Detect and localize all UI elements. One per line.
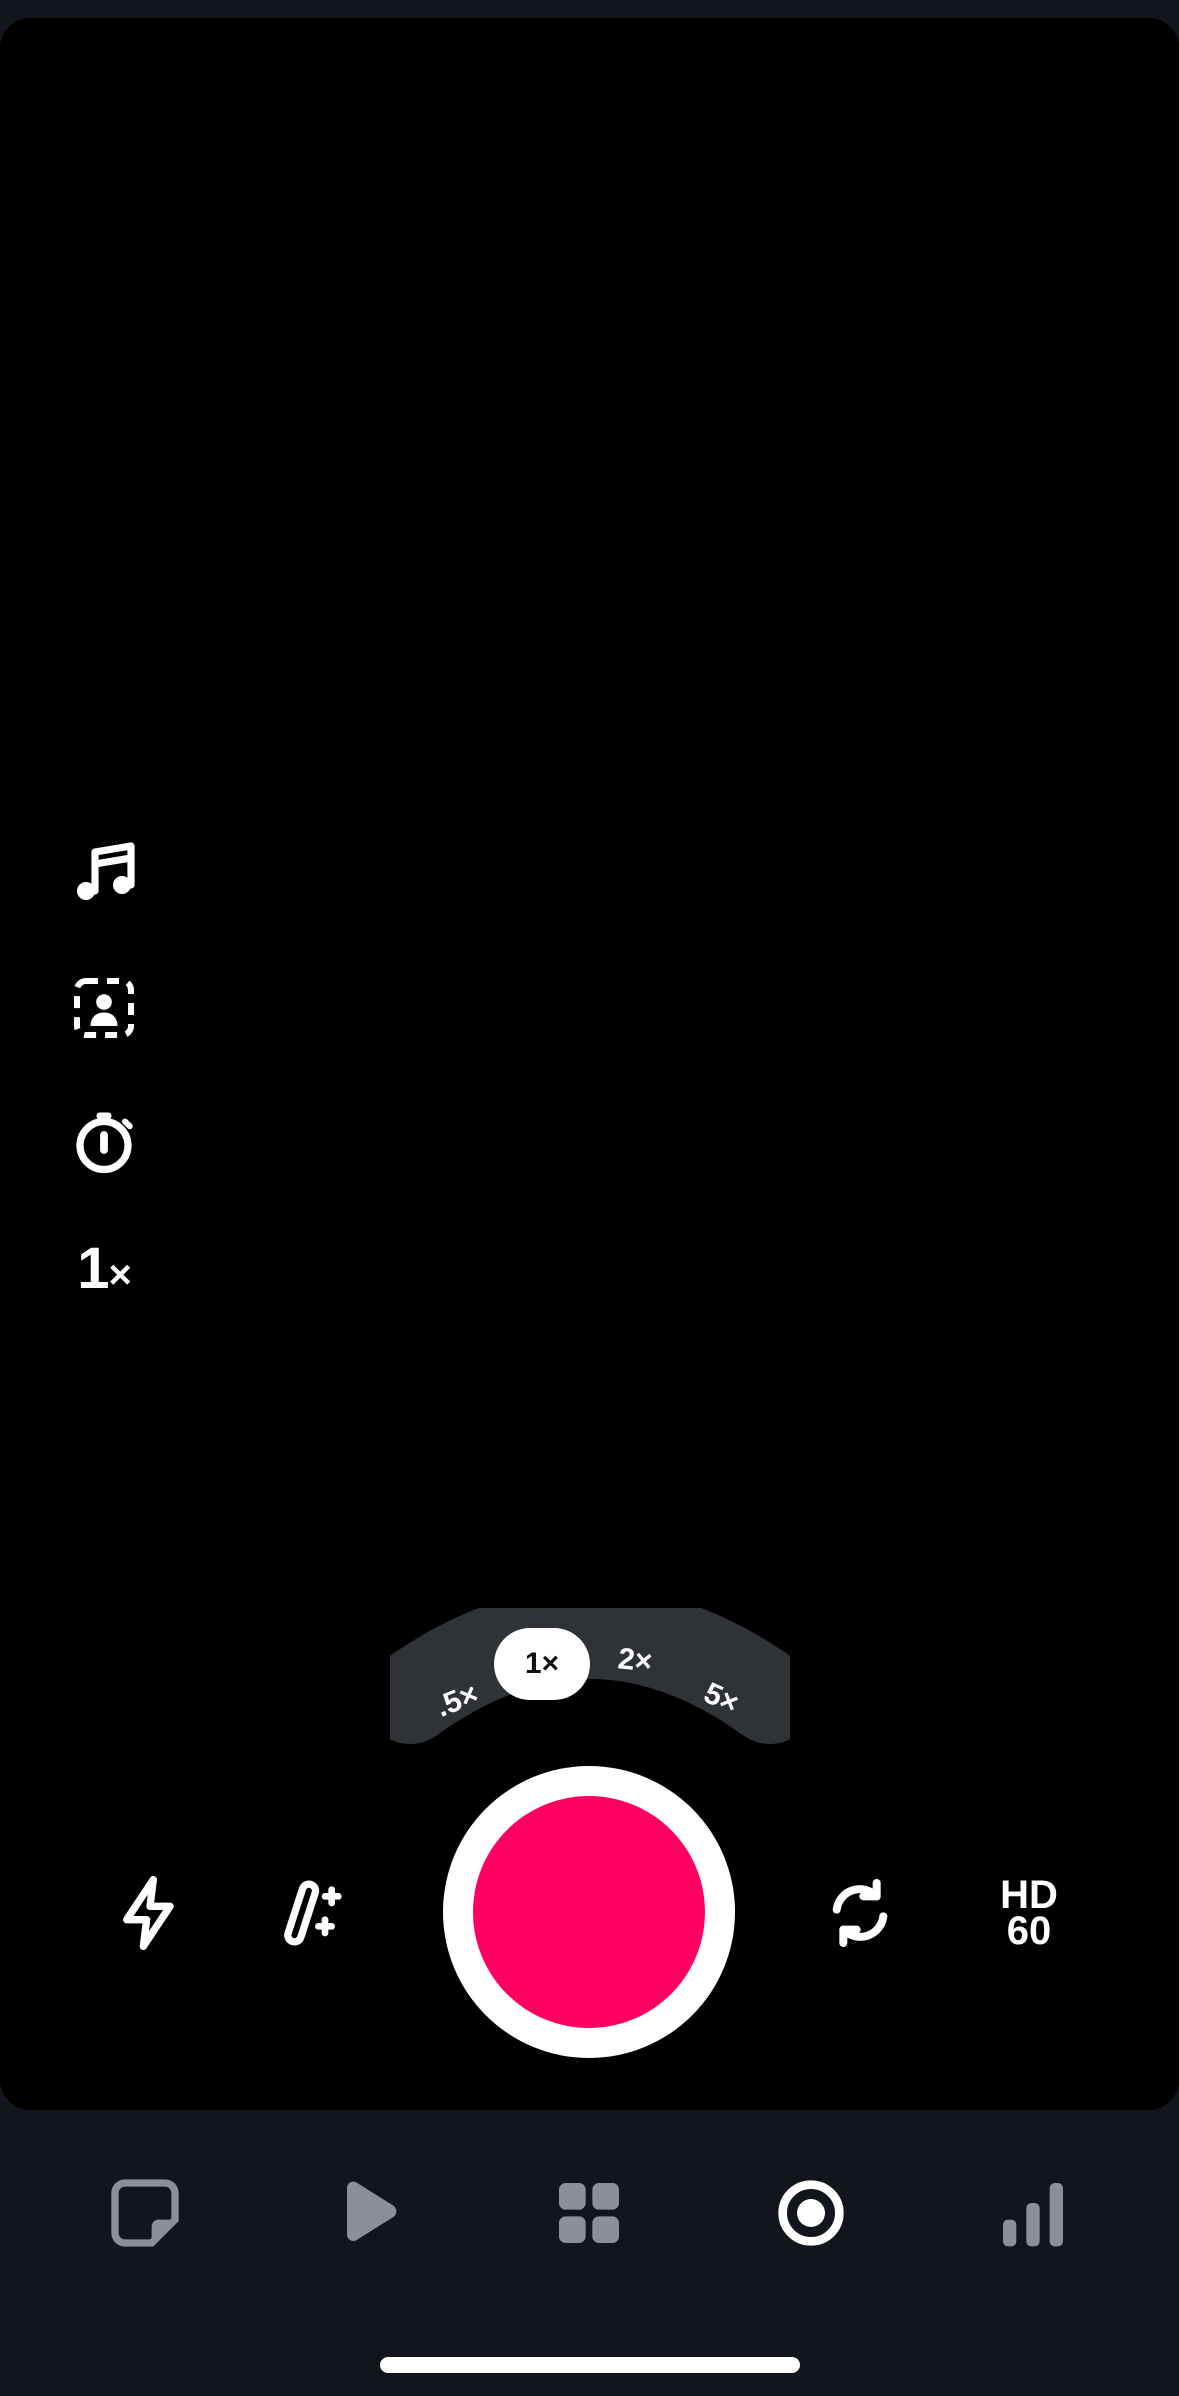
zoom-option-1x[interactable]: 1× <box>494 1628 590 1700</box>
tab-grid[interactable] <box>544 2168 634 2258</box>
camera-viewfinder[interactable]: 1× .5× 1× 2× 5× HD 60 <box>0 18 1179 2110</box>
speed-button[interactable]: 1× <box>64 1228 144 1308</box>
stats-bars-icon <box>1003 2183 1063 2247</box>
zoom-selector[interactable]: .5× 1× 2× 5× <box>390 1608 790 1768</box>
record-icon <box>778 2180 844 2246</box>
effects-button[interactable] <box>270 1868 360 1958</box>
play-icon <box>347 2181 397 2241</box>
music-note-icon <box>77 842 135 900</box>
bottom-tab-bar <box>0 2130 1179 2300</box>
flip-camera-button[interactable] <box>815 1868 905 1958</box>
timer-icon <box>76 1112 133 1174</box>
magic-wand-icon <box>284 1880 342 1946</box>
quality-button[interactable]: HD 60 <box>984 1868 1074 1958</box>
zoom-option-2x[interactable]: 2× <box>616 1642 653 1679</box>
record-button[interactable] <box>443 1766 735 2058</box>
music-button[interactable] <box>64 833 144 913</box>
grid-icon <box>559 2183 619 2243</box>
record-button-core <box>473 1796 705 2028</box>
tab-stats[interactable] <box>988 2168 1078 2258</box>
flash-icon <box>123 1876 174 1950</box>
tab-notes[interactable] <box>100 2168 190 2258</box>
home-indicator[interactable] <box>380 2357 800 2373</box>
flip-camera-icon <box>832 1879 888 1947</box>
timer-button[interactable] <box>64 1101 144 1181</box>
quality-label: HD 60 <box>1000 1873 1058 1953</box>
speed-label: 1× <box>77 1235 132 1301</box>
green-screen-icon <box>74 978 134 1038</box>
green-screen-button[interactable] <box>64 968 144 1048</box>
tab-record[interactable] <box>766 2168 856 2258</box>
flash-button[interactable] <box>105 1868 195 1958</box>
tab-play[interactable] <box>322 2168 412 2258</box>
sticky-note-icon <box>111 2179 179 2247</box>
